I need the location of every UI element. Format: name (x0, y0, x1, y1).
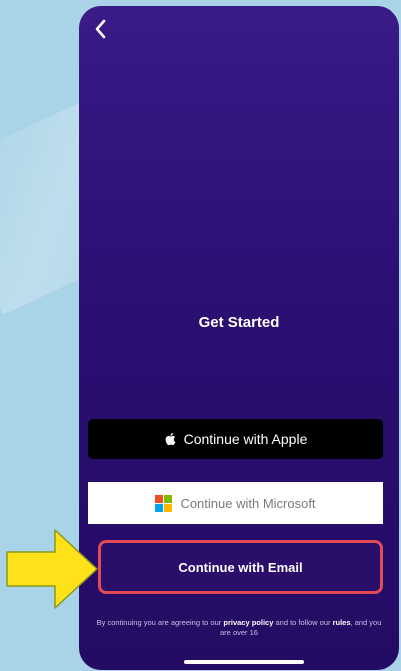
phone-screen: Get Started Continue with Apple Continue… (79, 6, 399, 670)
home-indicator (184, 660, 304, 664)
microsoft-button-label: Continue with Microsoft (180, 495, 316, 511)
email-button-label: Continue with Email (178, 559, 303, 575)
apple-logo-icon (165, 433, 176, 446)
back-button[interactable] (89, 16, 111, 42)
apple-button-label: Continue with Apple (183, 431, 308, 447)
continue-with-microsoft-button[interactable]: Continue with Microsoft (88, 482, 383, 524)
legal-prefix: By continuing you are agreeing to our (96, 618, 224, 627)
chevron-left-icon (95, 19, 106, 39)
rules-link[interactable]: rules (333, 618, 351, 627)
continue-with-apple-button[interactable]: Continue with Apple (88, 419, 383, 459)
continue-with-email-button[interactable]: Continue with Email (98, 540, 383, 594)
legal-middle: and to follow our (273, 618, 333, 627)
legal-text: By continuing you are agreeing to our pr… (93, 618, 385, 638)
pointer-arrow-icon (6, 529, 98, 609)
microsoft-logo-icon (155, 494, 173, 512)
page-title: Get Started (198, 314, 280, 331)
privacy-policy-link[interactable]: privacy policy (223, 618, 273, 627)
